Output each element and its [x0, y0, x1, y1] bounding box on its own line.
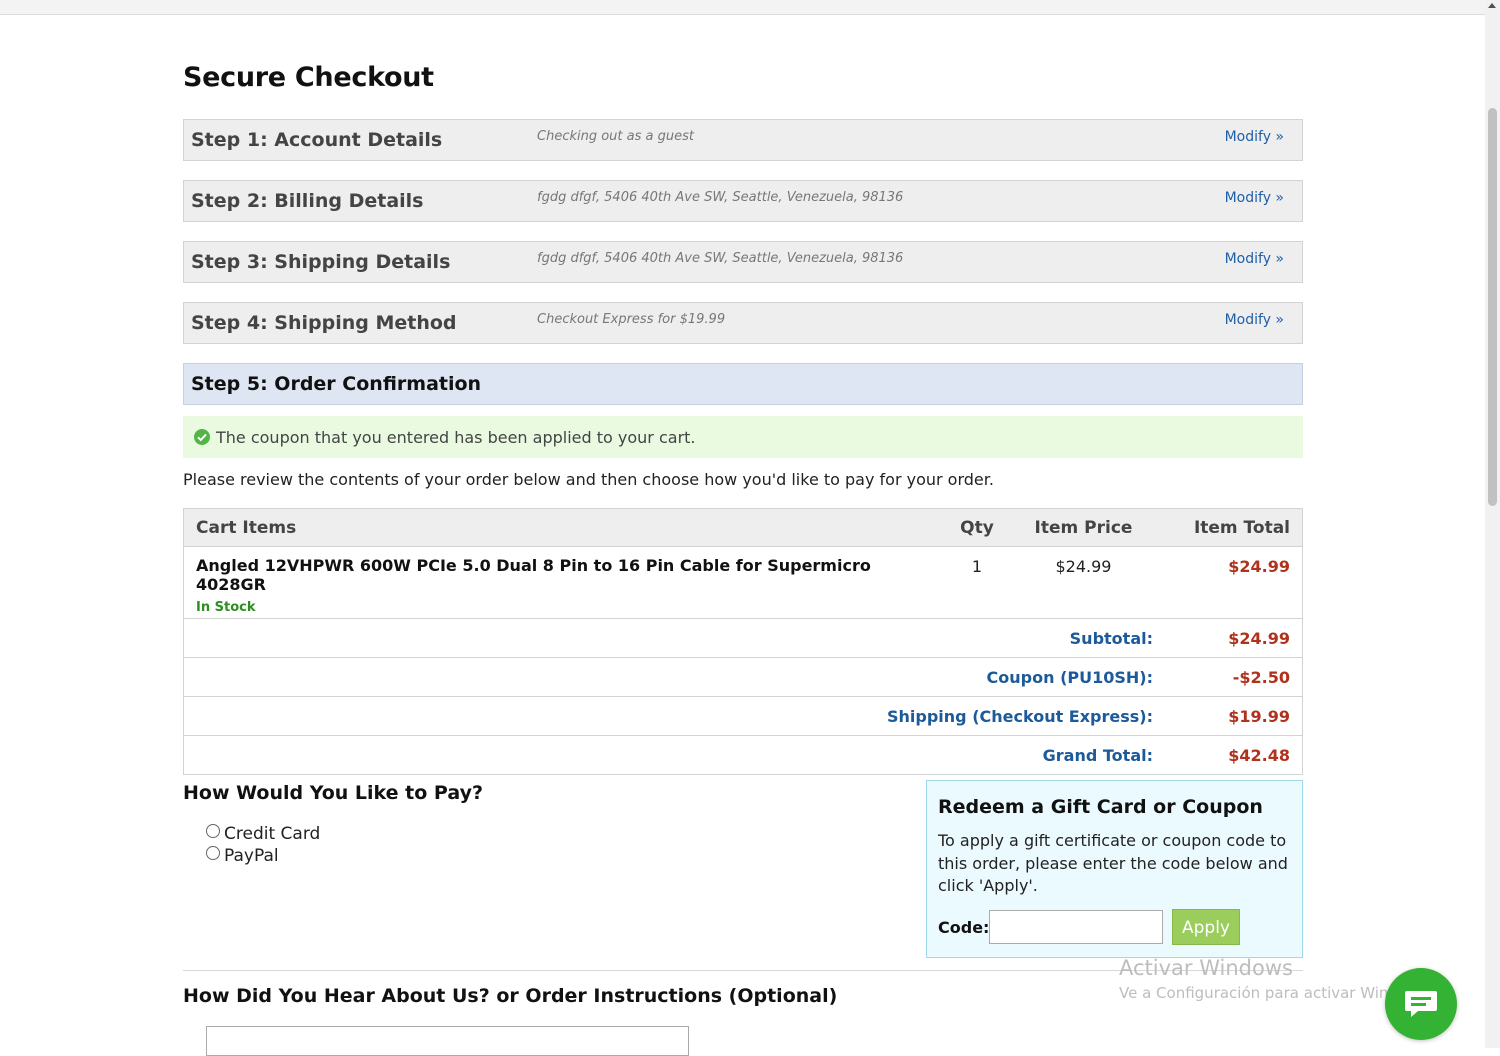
step-title: Step 3: Shipping Details [191, 251, 451, 273]
step-billing-details: Step 2: Billing Details fgdg dfgf, 5406 … [183, 180, 1303, 222]
scroll-up-arrow-icon[interactable] [1488, 3, 1496, 8]
code-label: Code: [938, 918, 990, 937]
grand-total-row: Grand Total: $42.48 [183, 735, 1303, 775]
step-shipping-method: Step 4: Shipping Method Checkout Express… [183, 302, 1303, 344]
header-item-total: Item Total [1153, 508, 1303, 547]
coupon-value: -$2.50 [1153, 657, 1303, 697]
step-title: Step 1: Account Details [191, 129, 443, 151]
payment-option-paypal[interactable]: PayPal [206, 846, 279, 866]
credit-card-radio[interactable] [206, 824, 220, 838]
page-title: Secure Checkout [183, 62, 434, 93]
modify-account-link[interactable]: Modify » [1225, 129, 1284, 145]
modify-shipping-method-link[interactable]: Modify » [1225, 312, 1284, 328]
alert-text: The coupon that you entered has been app… [216, 428, 696, 447]
item-cell: Angled 12VHPWR 600W PCIe 5.0 Dual 8 Pin … [183, 546, 940, 619]
coupon-applied-alert: The coupon that you entered has been app… [183, 416, 1303, 458]
item-total: $24.99 [1153, 546, 1303, 619]
chat-button[interactable] [1385, 968, 1457, 1040]
header-cart-items: Cart Items [183, 508, 940, 547]
payment-heading: How Would You Like to Pay? [183, 782, 483, 804]
step-title: Step 4: Shipping Method [191, 312, 457, 334]
coupon-box-title: Redeem a Gift Card or Coupon [938, 796, 1263, 818]
cart-header-row: Cart Items Qty Item Price Item Total [183, 508, 1303, 547]
paypal-radio[interactable] [206, 846, 220, 860]
order-instructions-input[interactable] [206, 1026, 689, 1056]
modify-shipping-details-link[interactable]: Modify » [1225, 251, 1284, 267]
payment-option-credit-card[interactable]: Credit Card [206, 824, 320, 844]
item-price: $24.99 [1055, 557, 1112, 576]
watermark-title: Activar Windows [1119, 956, 1293, 980]
stock-status: In Stock [196, 600, 256, 615]
step-title: Step 5: Order Confirmation [191, 373, 482, 395]
coupon-code-input[interactable] [989, 910, 1163, 944]
order-review-intro: Please review the contents of your order… [183, 470, 994, 489]
subtotal-label: Subtotal: [183, 618, 1153, 658]
order-instructions-heading: How Did You Hear About Us? or Order Inst… [183, 985, 838, 1007]
chat-bubble-icon [1405, 991, 1437, 1017]
step-summary: fgdg dfgf, 5406 40th Ave SW, Seattle, Ve… [537, 190, 904, 205]
scrollbar-thumb[interactable] [1488, 108, 1497, 506]
step-summary: Checkout Express for $19.99 [537, 312, 726, 327]
vertical-scrollbar[interactable] [1485, 0, 1500, 1048]
shipping-row: Shipping (Checkout Express): $19.99 [183, 696, 1303, 736]
credit-card-label: Credit Card [224, 824, 321, 844]
step-title: Step 2: Billing Details [191, 190, 424, 212]
cart-table: Cart Items Qty Item Price Item Total Ang… [183, 508, 1303, 775]
header-item-price: Item Price [1014, 508, 1153, 547]
check-circle-icon [194, 429, 210, 445]
shipping-value: $19.99 [1153, 696, 1303, 736]
step-order-confirmation: Step 5: Order Confirmation [183, 363, 1303, 405]
step-summary: Checking out as a guest [537, 129, 694, 144]
apply-button[interactable]: Apply [1172, 909, 1240, 945]
item-name[interactable]: Angled 12VHPWR 600W PCIe 5.0 Dual 8 Pin … [196, 556, 928, 594]
subtotal-value: $24.99 [1153, 618, 1303, 658]
header-qty: Qty [940, 508, 1014, 547]
subtotal-row: Subtotal: $24.99 [183, 618, 1303, 658]
item-qty: 1 [971, 557, 983, 576]
coupon-row: Coupon (PU10SH): -$2.50 [183, 657, 1303, 697]
grand-total-value: $42.48 [1153, 735, 1303, 775]
step-shipping-details: Step 3: Shipping Details fgdg dfgf, 5406… [183, 241, 1303, 283]
step-account-details: Step 1: Account Details Checking out as … [183, 119, 1303, 161]
grand-total-label: Grand Total: [183, 735, 1153, 775]
gift-card-coupon-box: Redeem a Gift Card or Coupon To apply a … [926, 780, 1303, 958]
cart-item-row: Angled 12VHPWR 600W PCIe 5.0 Dual 8 Pin … [183, 546, 1303, 619]
browser-top-bar [0, 0, 1485, 15]
coupon-box-text: To apply a gift certificate or coupon co… [938, 831, 1288, 895]
modify-billing-link[interactable]: Modify » [1225, 190, 1284, 206]
coupon-label: Coupon (PU10SH): [183, 657, 1153, 697]
step-summary: fgdg dfgf, 5406 40th Ave SW, Seattle, Ve… [537, 251, 904, 266]
shipping-label: Shipping (Checkout Express): [183, 696, 1153, 736]
paypal-label: PayPal [224, 846, 279, 866]
